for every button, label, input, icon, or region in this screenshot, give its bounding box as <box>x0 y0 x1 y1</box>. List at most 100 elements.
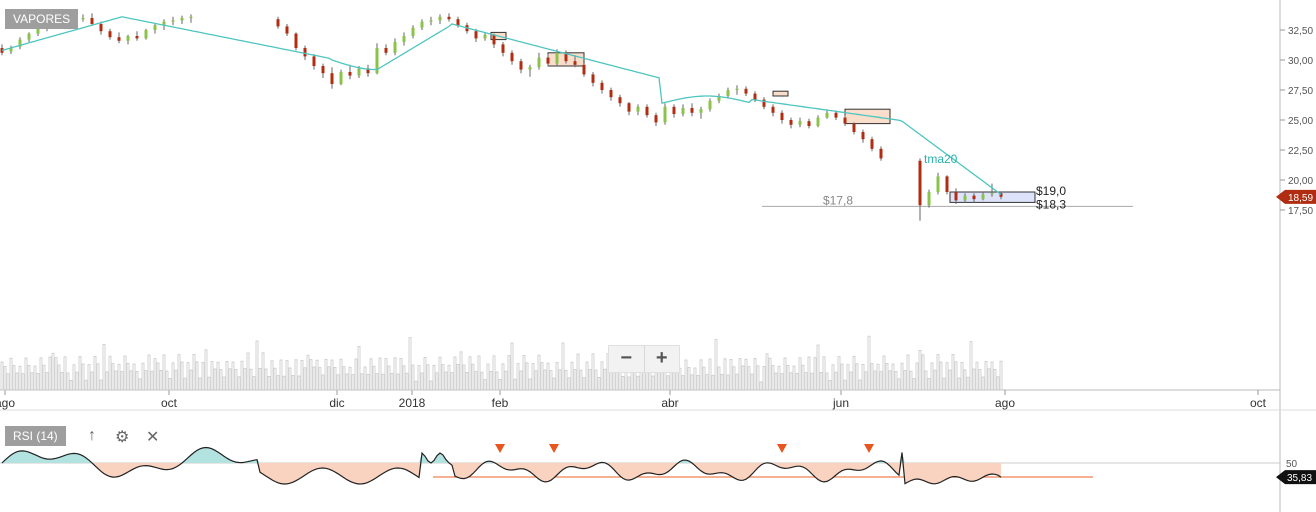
volume-bar <box>288 367 292 391</box>
symbol-label[interactable]: VAPORES <box>5 9 79 29</box>
volume-bar <box>195 361 199 391</box>
volume-bar <box>306 354 310 391</box>
volume-bar <box>78 356 82 391</box>
volume-bar <box>927 377 931 391</box>
candle-body <box>807 121 811 126</box>
volume-bar <box>504 370 508 391</box>
volume-bar <box>27 364 31 391</box>
volume-bar <box>870 363 874 391</box>
candle-body <box>654 115 658 123</box>
zoom-out-button[interactable]: − <box>609 346 644 372</box>
candle-body <box>834 112 838 118</box>
volume-bar <box>816 344 820 391</box>
volume-bar <box>987 368 991 391</box>
rsi-marker-arrow <box>549 444 559 453</box>
candle-body <box>456 19 460 26</box>
candle-body <box>474 31 478 39</box>
volume-bar <box>738 358 742 391</box>
volume-bar <box>147 354 151 391</box>
volume-bar <box>15 372 19 391</box>
volume-bar <box>837 356 841 391</box>
volume-bar <box>354 358 358 391</box>
volume-bar <box>960 361 964 391</box>
gear-icon[interactable]: ⚙ <box>115 427 129 447</box>
volume-bar <box>522 354 526 391</box>
volume-bar <box>687 366 691 391</box>
volume-bar <box>813 357 817 391</box>
volume-bar <box>411 364 415 391</box>
candle-body <box>153 25 157 30</box>
volume-bar <box>570 361 574 391</box>
volume-bar <box>72 364 76 391</box>
volume-bar <box>225 360 229 391</box>
zoom-in-button[interactable]: + <box>643 346 680 372</box>
volume-bar <box>558 369 562 391</box>
rsi-marker-arrow <box>777 444 787 453</box>
rsi-label[interactable]: RSI (14) <box>5 426 66 446</box>
volume-bar <box>858 379 862 391</box>
candle-body <box>294 33 298 48</box>
volume-bar <box>345 373 349 391</box>
candle-body <box>330 73 334 84</box>
volume-bar <box>315 359 319 391</box>
move-up-icon[interactable]: ↑ <box>88 427 96 445</box>
volume-bar <box>87 364 91 391</box>
candle-body <box>276 19 280 27</box>
volume-bar <box>801 364 805 391</box>
volume-bar <box>594 369 598 391</box>
candle-body <box>321 66 325 74</box>
volume-bar <box>489 370 493 391</box>
volume-bar <box>903 370 907 391</box>
volume-bar <box>798 357 802 391</box>
volume-bar <box>972 368 976 391</box>
volume-bar <box>564 369 568 391</box>
candle-body <box>972 195 976 200</box>
volume-bar <box>336 374 340 391</box>
volume-bar <box>501 363 505 391</box>
candle-body <box>681 108 685 114</box>
volume-bar <box>261 352 265 391</box>
volume-bar <box>201 361 205 391</box>
volume-bar <box>420 372 424 391</box>
volume-bar <box>216 361 220 391</box>
candle-body <box>303 48 307 57</box>
volume-bar <box>189 369 193 391</box>
volume-bar <box>549 370 553 391</box>
candle-body <box>573 61 577 65</box>
volume-bar <box>339 358 343 391</box>
volume-bar <box>231 361 235 391</box>
volume-bar <box>168 377 172 391</box>
volume-bar <box>108 355 112 391</box>
volume-bar <box>747 366 751 391</box>
volume-bar <box>243 368 247 391</box>
candle-body <box>483 34 487 39</box>
volume-bar <box>330 359 334 391</box>
volume-bar <box>384 358 388 391</box>
volume-bar <box>453 356 457 391</box>
volume-bar <box>525 362 529 391</box>
volume-bar <box>981 376 985 391</box>
close-icon[interactable]: ✕ <box>146 427 159 447</box>
volume-bar <box>465 371 469 391</box>
volume-bar <box>744 358 748 391</box>
tma20-label: tma20 <box>924 152 958 166</box>
volume-bar <box>876 363 880 391</box>
volume-bar <box>810 372 814 391</box>
volume-bar <box>996 376 1000 391</box>
volume-bar <box>771 365 775 391</box>
x-tick-label: jun <box>832 396 849 410</box>
volume-bar <box>363 366 367 391</box>
volume-bar <box>321 374 325 391</box>
volume-bar <box>510 342 514 391</box>
y-tick-label: 27,50 <box>1288 86 1313 97</box>
volume-bar <box>291 374 295 391</box>
volume-bar <box>831 364 835 391</box>
candle-body <box>180 18 184 21</box>
candle-body <box>708 100 712 110</box>
annotation-label: $18,3 <box>1036 197 1066 211</box>
volume-bar <box>240 360 244 391</box>
candle-body <box>81 18 85 20</box>
volume-bar <box>789 372 793 391</box>
volume-bar <box>924 370 928 391</box>
volume-bar <box>138 378 142 391</box>
